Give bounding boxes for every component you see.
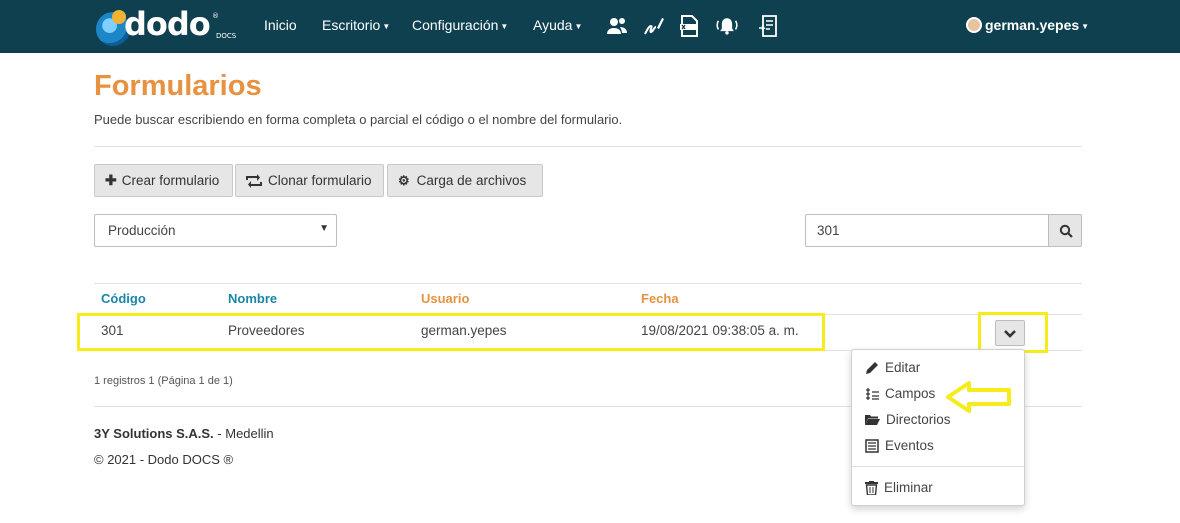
folder-open-icon (865, 415, 880, 425)
environment-select[interactable]: Producción ▼ (94, 214, 337, 247)
search-value: 301 (817, 223, 840, 238)
signature-icon[interactable] (641, 14, 665, 38)
users-icon[interactable] (605, 14, 629, 38)
menu-item-eliminar[interactable]: Eliminar (865, 480, 933, 495)
column-header-code[interactable]: Código (101, 291, 146, 306)
search-input[interactable]: 301 (805, 214, 1049, 247)
nav-item-escritorio[interactable]: Escritorio ▼ (322, 17, 390, 33)
top-navbar: dodo ® DOCS Inicio Escritorio ▼ Configura… (0, 0, 1180, 53)
username: german.yepes (985, 17, 1080, 33)
upload-files-button[interactable]: ⚙ Carga de archivos (387, 164, 543, 197)
footer-company: 3Y Solutions S.A.S. - Medellin (94, 426, 274, 441)
search-icon (1059, 224, 1073, 238)
column-header-name[interactable]: Nombre (228, 291, 277, 306)
company-name: 3Y Solutions S.A.S. (94, 426, 214, 441)
caret-down-icon: ▼ (1081, 21, 1090, 31)
nav-item-label: Configuración (412, 17, 499, 33)
pencil-icon (866, 361, 878, 374)
table-top-border (94, 283, 1082, 284)
document-list-icon[interactable] (757, 14, 781, 38)
clone-form-button[interactable]: Clonar formulario (235, 164, 384, 197)
menu-item-label: Eliminar (884, 480, 933, 495)
select-value: Producción (108, 223, 176, 238)
button-label: Clonar formulario (268, 173, 372, 188)
logo-subtext: DOCS (216, 32, 237, 40)
menu-divider (852, 466, 1024, 467)
list-alt-icon (865, 438, 879, 453)
page-title: Formularios (94, 70, 262, 102)
trash-icon (865, 480, 878, 495)
row-actions-menu: Editar Campos Directorios Eventos Elimin… (851, 349, 1025, 506)
avatar (966, 17, 982, 33)
caret-down-icon: ▼ (500, 21, 509, 31)
nav-item-configuracion[interactable]: Configuración ▼ (412, 17, 508, 33)
company-city: - Medellin (213, 426, 274, 441)
arrow-annotation-icon (946, 381, 1011, 413)
chevron-down-icon: ▼ (319, 223, 329, 234)
retweet-icon (246, 173, 262, 188)
column-header-user[interactable]: Usuario (421, 291, 469, 306)
plus-icon: ✚ (105, 172, 117, 188)
menu-item-label: Directorios (886, 412, 951, 427)
nav-item-label: Escritorio (322, 17, 381, 33)
nav-item-ayuda[interactable]: Ayuda ▼ (533, 17, 582, 33)
menu-item-label: Campos (885, 386, 936, 401)
menu-item-label: Editar (885, 360, 921, 375)
divider (94, 146, 1082, 147)
xlsx-file-icon[interactable] (677, 14, 701, 38)
records-summary: 1 registros 1 (Página 1 de 1) (94, 375, 233, 387)
menu-item-editar[interactable]: Editar (865, 360, 920, 375)
fields-list-icon (866, 387, 879, 400)
caret-down-icon: ▼ (574, 21, 583, 31)
footer-copyright: © 2021 - Dodo DOCS ® (94, 452, 234, 467)
button-label: Crear formulario (121, 173, 220, 188)
menu-item-eventos[interactable]: Eventos (865, 438, 934, 453)
nav-item-label: Inicio (264, 17, 297, 33)
logo-text: dodo (124, 5, 211, 43)
column-header-date[interactable]: Fecha (641, 291, 679, 306)
user-menu[interactable]: german.yepes ▼ (966, 17, 1089, 33)
menu-item-campos[interactable]: Campos (865, 386, 935, 401)
caret-down-icon: ▼ (382, 21, 391, 31)
search-button[interactable] (1048, 214, 1082, 247)
create-form-button[interactable]: ✚ Crear formulario (94, 164, 233, 197)
nav-item-label: Ayuda (533, 17, 573, 33)
button-label: Carga de archivos (416, 173, 527, 188)
row-highlight-annotation (77, 313, 825, 351)
button-highlight-annotation (978, 312, 1048, 353)
menu-item-label: Eventos (885, 438, 934, 453)
gear-icon: ⚙ (398, 172, 410, 188)
logo-registered-mark: ® (212, 12, 219, 20)
nav-item-inicio[interactable]: Inicio (264, 17, 297, 33)
dodo-docs-logo[interactable]: dodo ® DOCS (96, 5, 242, 46)
menu-item-directorios[interactable]: Directorios (865, 412, 951, 427)
bell-icon[interactable] (715, 14, 739, 38)
page-subtitle: Puede buscar escribiendo en forma comple… (94, 112, 623, 127)
